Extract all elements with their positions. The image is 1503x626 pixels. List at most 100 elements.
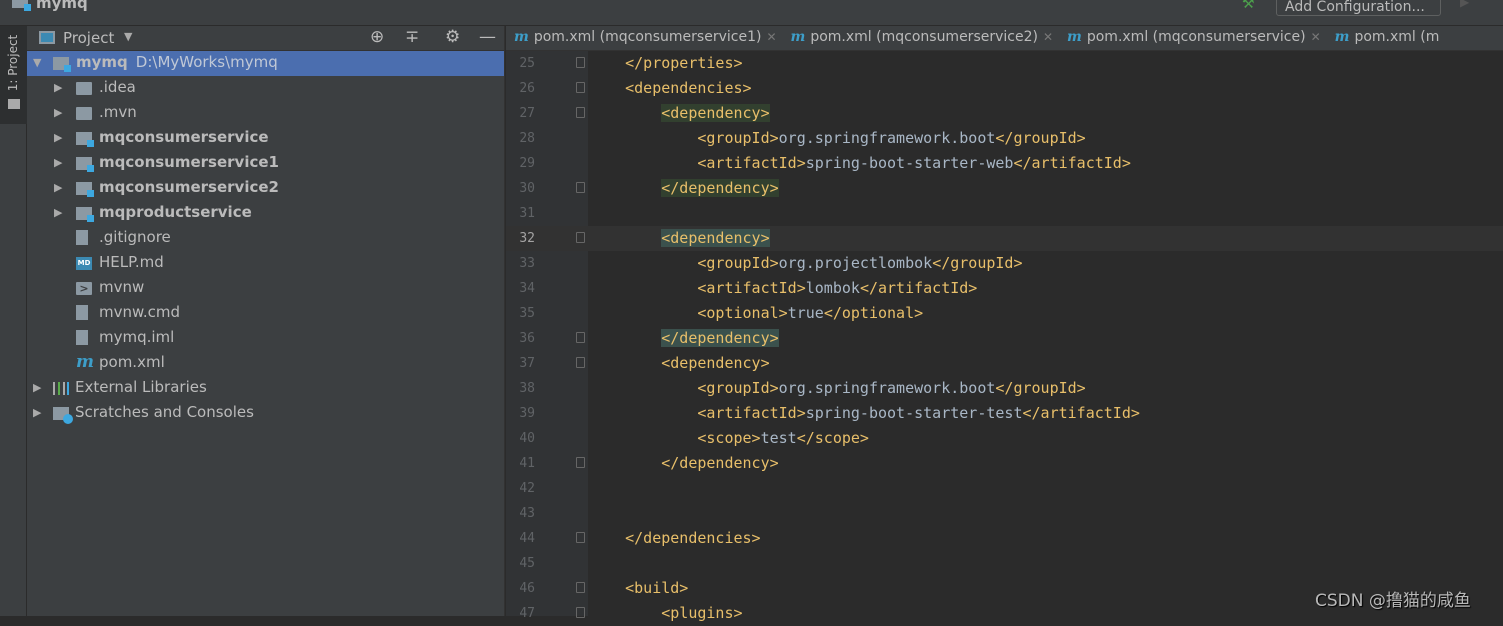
tree-item-name: mymq.iml xyxy=(99,328,175,346)
close-icon[interactable]: ✕ xyxy=(766,30,776,44)
file-icon xyxy=(76,305,88,320)
module-icon xyxy=(76,132,94,147)
tree-item-name: mqconsumerservice1 xyxy=(99,153,279,171)
tree-item[interactable]: mymq.iml xyxy=(27,326,504,351)
code-text: <groupId>org.projectlombok</groupId> xyxy=(589,254,1022,272)
line-number: 42 xyxy=(519,481,535,496)
fold-marker-icon[interactable] xyxy=(576,357,585,368)
line-number: 28 xyxy=(519,131,535,146)
tree-item[interactable]: ▶ mqconsumerservice xyxy=(27,126,504,151)
collapsed-arrow-icon[interactable]: ▶ xyxy=(33,406,41,419)
project-view-selector[interactable]: Project xyxy=(63,29,114,47)
tree-item[interactable]: MD HELP.md xyxy=(27,251,504,276)
fold-marker-icon[interactable] xyxy=(576,107,585,118)
fold-marker-icon[interactable] xyxy=(576,182,585,193)
code-line: 36 </dependency> xyxy=(506,326,1503,351)
xml-tag: <groupId> xyxy=(697,379,779,397)
tree-item-name: mvnw.cmd xyxy=(99,303,181,321)
close-icon[interactable]: ✕ xyxy=(1043,30,1053,44)
line-number: 47 xyxy=(519,606,535,621)
code-line: 43 xyxy=(506,501,1503,526)
fold-marker-icon[interactable] xyxy=(576,607,585,618)
line-number: 43 xyxy=(519,506,535,521)
add-configuration-button[interactable]: Add Configuration... xyxy=(1276,0,1441,16)
line-number: 31 xyxy=(519,206,535,221)
maven-icon: m xyxy=(1334,29,1350,45)
tree-item[interactable]: ▶ .idea xyxy=(27,76,504,101)
fold-marker-icon[interactable] xyxy=(576,82,585,93)
line-number: 30 xyxy=(519,181,535,196)
code-line: 28 <groupId>org.springframework.boot</gr… xyxy=(506,126,1503,151)
tree-item[interactable]: ▶ mqconsumerservice2 xyxy=(27,176,504,201)
tree-item-name: HELP.md xyxy=(99,253,164,271)
chevron-down-icon[interactable]: ▼ xyxy=(124,30,132,43)
tree-item[interactable]: ▶ mqconsumerservice1 xyxy=(27,151,504,176)
tree-item[interactable]: m pom.xml xyxy=(27,351,504,376)
tree-item[interactable]: ▶ .mvn xyxy=(27,101,504,126)
tree-item[interactable]: ▶ External Libraries xyxy=(27,376,504,401)
xml-tag: <artifactId> xyxy=(697,279,806,297)
collapsed-arrow-icon[interactable]: ▶ xyxy=(54,106,62,119)
tree-item[interactable]: ▼ mymq D:\MyWorks\mymq xyxy=(27,51,504,76)
tree-item-name: mvnw xyxy=(99,278,145,296)
locate-icon[interactable]: ⊕ xyxy=(370,27,384,47)
expanded-arrow-icon[interactable]: ▼ xyxy=(33,56,41,69)
gear-icon[interactable]: ⚙ xyxy=(445,27,460,47)
code-line: 30 </dependency> xyxy=(506,176,1503,201)
fold-marker-icon[interactable] xyxy=(576,232,585,243)
tree-item[interactable]: > mvnw xyxy=(27,276,504,301)
close-icon[interactable]: ✕ xyxy=(1311,30,1321,44)
tree-item[interactable]: .gitignore xyxy=(27,226,504,251)
code-editor[interactable]: 25 </properties> 26 <dependencies> 27 <dep… xyxy=(506,51,1503,622)
code-text: <dependencies> xyxy=(589,79,751,97)
collapse-all-icon[interactable]: ∓ xyxy=(405,27,419,47)
title-bar: mymq ⚒ Add Configuration... ▶ xyxy=(0,0,1503,26)
tree-item[interactable]: ▶ mqproductservice xyxy=(27,201,504,226)
module-icon xyxy=(76,207,94,222)
xml-tag: </artifactId> xyxy=(1022,404,1140,422)
code-text: </dependency> xyxy=(589,179,779,197)
editor-tab-label: pom.xml (mqconsumerservice) xyxy=(1086,29,1306,45)
tree-item[interactable]: mvnw.cmd xyxy=(27,301,504,326)
tree-item-name: mqconsumerservice xyxy=(99,128,269,146)
run-icon[interactable]: ▶ xyxy=(1460,0,1469,9)
hide-icon[interactable]: — xyxy=(479,27,496,47)
folder-icon xyxy=(76,82,92,95)
project-panel-header: Project ▼ ⊕ ∓ ⚙ — xyxy=(27,26,504,51)
xml-tag: </dependency> xyxy=(661,329,779,347)
fold-marker-icon[interactable] xyxy=(576,57,585,68)
fold-marker-icon[interactable] xyxy=(576,332,585,343)
code-text: <dependency> xyxy=(589,229,770,247)
fold-marker-icon[interactable] xyxy=(576,532,585,543)
editor-tab[interactable]: m pom.xml (mqconsumerservice1) ✕ xyxy=(506,26,783,51)
collapsed-arrow-icon[interactable]: ▶ xyxy=(54,81,62,94)
tree-item-label: .gitignore xyxy=(99,228,171,246)
code-line: 35 <optional>true</optional> xyxy=(506,301,1503,326)
project-tool-tab[interactable]: 1: Project xyxy=(0,26,27,124)
collapsed-arrow-icon[interactable]: ▶ xyxy=(54,206,62,219)
tree-item-label: .mvn xyxy=(99,103,137,121)
tree-item[interactable]: ▶ Scratches and Consoles xyxy=(27,401,504,426)
collapsed-arrow-icon[interactable]: ▶ xyxy=(33,381,41,394)
folder-icon xyxy=(76,107,92,120)
tree-item-label: External Libraries xyxy=(75,378,207,396)
tree-item-label: mvnw xyxy=(99,278,144,296)
code-text: </dependency> xyxy=(589,454,778,472)
xml-value: org.projectlombok xyxy=(778,254,933,272)
editor-tab[interactable]: m pom.xml (mqconsumerservice2) ✕ xyxy=(783,26,1060,51)
collapsed-arrow-icon[interactable]: ▶ xyxy=(54,131,62,144)
fold-marker-icon[interactable] xyxy=(576,582,585,593)
build-hammer-icon[interactable]: ⚒ xyxy=(1242,0,1255,12)
line-number: 39 xyxy=(519,406,535,421)
editor-tab-label: pom.xml (m xyxy=(1354,29,1440,45)
fold-marker-icon[interactable] xyxy=(576,457,585,468)
project-view-icon xyxy=(39,31,55,44)
code-line: 42 xyxy=(506,476,1503,501)
editor-tab[interactable]: m pom.xml (m xyxy=(1327,26,1446,51)
line-number: 34 xyxy=(519,281,535,296)
collapsed-arrow-icon[interactable]: ▶ xyxy=(54,156,62,169)
code-text: <artifactId>lombok</artifactId> xyxy=(589,279,977,297)
collapsed-arrow-icon[interactable]: ▶ xyxy=(54,181,62,194)
editor-tab[interactable]: m pom.xml (mqconsumerservice) ✕ xyxy=(1059,26,1327,51)
code-line: 32 <dependency> xyxy=(506,226,1503,251)
